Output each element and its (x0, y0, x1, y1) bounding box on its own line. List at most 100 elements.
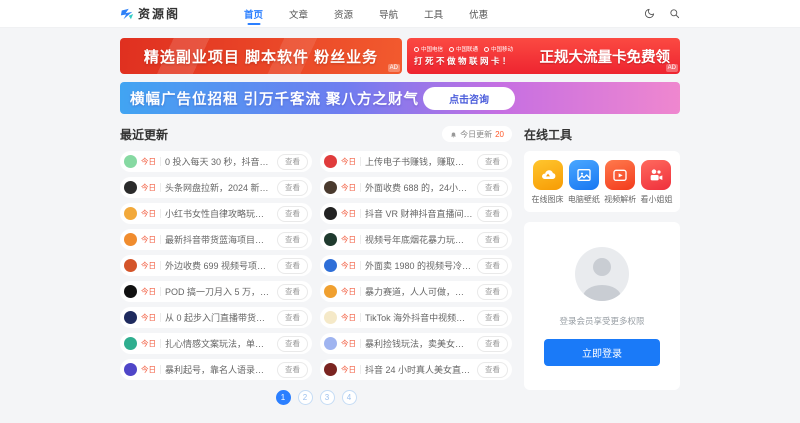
view-button[interactable]: 查看 (277, 206, 308, 222)
recent-updates-list: 今日 0 投入每天 30 秒，抖音全自动挂机躺赚… 查看 今日 上传电子书赚钱，… (120, 151, 512, 380)
nav-item[interactable]: 优惠 (469, 0, 488, 27)
list-item[interactable]: 今日 视频号年底烟花暴力玩法，涨粉迅速,变… 查看 (320, 229, 512, 250)
view-button[interactable]: 查看 (477, 310, 508, 326)
nav-item[interactable]: 资源 (334, 0, 353, 27)
page-button[interactable]: 3 (320, 390, 335, 405)
play-icon (605, 160, 635, 190)
list-item[interactable]: 今日 最新抖音带货蓝海项目，用户需求极大… 查看 (120, 229, 312, 250)
consult-button[interactable]: 点击咨询 (423, 87, 515, 110)
today-tag: 今日 (341, 208, 356, 219)
page-button[interactable]: 2 (298, 390, 313, 405)
avatar (124, 233, 137, 246)
list-item[interactable]: 今日 TikTok 海外抖音中视频计划，涨粉变现… 查看 (320, 307, 512, 328)
list-item[interactable]: 今日 暴力赛道，人人可做，完全 0 成本，轻… 查看 (320, 281, 512, 302)
divider (160, 157, 161, 166)
item-title: POD 搞一刀月入 5 万，虚拟资源差价玩… (165, 285, 273, 298)
carrier-name: 中国联通 (456, 45, 478, 53)
today-tag: 今日 (141, 286, 156, 297)
page-button[interactable]: 1 (276, 390, 291, 405)
view-button[interactable]: 查看 (477, 258, 508, 274)
divider (160, 261, 161, 270)
view-button[interactable]: 查看 (477, 362, 508, 378)
list-item[interactable]: 今日 小红书女性自律攻略玩法，起号一周1W… 查看 (120, 203, 312, 224)
view-button[interactable]: 查看 (277, 154, 308, 170)
item-title: 暴利起号，靠名人语录效应带书籍，抖… (165, 363, 273, 376)
view-button[interactable]: 查看 (277, 258, 308, 274)
login-tip: 登录会员享受更多权限 (559, 315, 644, 327)
item-title: 头条网盘拉新，2024 新玩法，操作简单… (165, 181, 273, 194)
list-item[interactable]: 今日 POD 搞一刀月入 5 万，虚拟资源差价玩… 查看 (120, 281, 312, 302)
divider (160, 209, 161, 218)
view-button[interactable]: 查看 (277, 232, 308, 248)
avatar (124, 311, 137, 324)
ad-tag: AD (388, 64, 400, 72)
carrier-logo-icon (484, 47, 489, 52)
divider (360, 339, 361, 348)
list-item[interactable]: 今日 扎心情感文案玩法，单个作品变现 3000… 查看 (120, 333, 312, 354)
tool-video-parse[interactable]: 视频解析 (604, 160, 637, 205)
dark-mode-icon[interactable] (644, 8, 655, 19)
view-button[interactable]: 查看 (477, 180, 508, 196)
nav-item[interactable]: 文章 (289, 0, 308, 27)
list-item[interactable]: 今日 暴利捡钱玩法，卖美女写真视频，100%… 查看 (320, 333, 512, 354)
tool-girls[interactable]: 看小姐姐 (640, 160, 673, 205)
item-title: 从 0 起步入门直播带货，从组团队到引… (165, 311, 273, 324)
view-button[interactable]: 查看 (477, 206, 508, 222)
list-item[interactable]: 今日 上传电子书赚钱，赚取被动美金收入，… 查看 (320, 151, 512, 172)
tool-image-host[interactable]: 在线图床 (531, 160, 564, 205)
list-item[interactable]: 今日 外面卖 1980 的视频号冷门三农赛道销… 查看 (320, 255, 512, 276)
today-tag: 今日 (141, 260, 156, 271)
nav-item[interactable]: 工具 (424, 0, 443, 27)
view-button[interactable]: 查看 (277, 336, 308, 352)
ad-right-slogan: 打死不做物联网卡！ (414, 55, 513, 67)
tool-wallpaper[interactable]: 电脑壁纸 (567, 160, 600, 205)
view-button[interactable]: 查看 (477, 284, 508, 300)
list-item[interactable]: 今日 暴利起号，靠名人语录效应带书籍，抖… 查看 (120, 359, 312, 380)
avatar (124, 181, 137, 194)
carrier-logo: 中国移动 (484, 45, 513, 53)
rent-banner[interactable]: 横幅广告位招租 引万千客流 聚八方之财气 点击咨询 (120, 82, 680, 114)
view-button[interactable]: 查看 (277, 180, 308, 196)
search-icon[interactable] (669, 8, 680, 19)
list-item[interactable]: 今日 头条网盘拉新，2024 新玩法，操作简单… 查看 (120, 177, 312, 198)
cloud-icon (533, 160, 563, 190)
view-button[interactable]: 查看 (277, 284, 308, 300)
list-item[interactable]: 今日 抖音 24 小时真人美女直播，一场直播… 查看 (320, 359, 512, 380)
view-button[interactable]: 查看 (277, 362, 308, 378)
view-button[interactable]: 查看 (277, 310, 308, 326)
avatar (324, 285, 337, 298)
site-logo[interactable]: 资源阁 (120, 5, 180, 22)
avatar (124, 363, 137, 376)
ad-banner-right[interactable]: 中国电信 中国联通 中国移动 打死不做物联网卡！ (407, 38, 680, 74)
nav-item[interactable]: 首页 (244, 0, 263, 27)
ad-left-text: 精选副业项目 脚本软件 粉丝业务 (144, 46, 378, 67)
today-tag: 今日 (141, 234, 156, 245)
list-item[interactable]: 今日 抖音 VR 财神抖音直播间，日入5000+… 查看 (320, 203, 512, 224)
bell-icon (450, 131, 457, 138)
list-item[interactable]: 今日 外边收费 699 视频号项目，最新玩法，… 查看 (120, 255, 312, 276)
avatar (324, 311, 337, 324)
nav-item[interactable]: 导航 (379, 0, 398, 27)
item-title: 外边收费 699 视频号项目，最新玩法，… (165, 259, 273, 272)
item-title: 抖音 24 小时真人美女直播，一场直播… (365, 363, 473, 376)
list-item[interactable]: 今日 0 投入每天 30 秒，抖音全自动挂机躺赚… 查看 (120, 151, 312, 172)
view-button[interactable]: 查看 (477, 336, 508, 352)
list-item[interactable]: 今日 从 0 起步入门直播带货，从组团队到引… 查看 (120, 307, 312, 328)
divider (360, 313, 361, 322)
divider (360, 261, 361, 270)
divider (160, 287, 161, 296)
avatar (324, 233, 337, 246)
page-button[interactable]: 4 (342, 390, 357, 405)
ad-banner-left[interactable]: 精选副业项目 脚本软件 粉丝业务 AD (120, 38, 402, 74)
today-update-label: 今日更新 (460, 129, 492, 140)
login-button[interactable]: 立即登录 (544, 339, 660, 366)
item-title: 外面收费 688 的，24小时无人财神直播… (365, 181, 473, 194)
today-tag: 今日 (141, 338, 156, 349)
ad-banner-row: 精选副业项目 脚本软件 粉丝业务 AD 中国电信 中国联通 (120, 38, 680, 74)
guest-avatar (575, 247, 629, 301)
recent-updates-title: 最近更新 (120, 126, 168, 143)
view-button[interactable]: 查看 (477, 232, 508, 248)
view-button[interactable]: 查看 (477, 154, 508, 170)
list-item[interactable]: 今日 外面收费 688 的，24小时无人财神直播… 查看 (320, 177, 512, 198)
item-title: 上传电子书赚钱，赚取被动美金收入，… (365, 155, 473, 168)
